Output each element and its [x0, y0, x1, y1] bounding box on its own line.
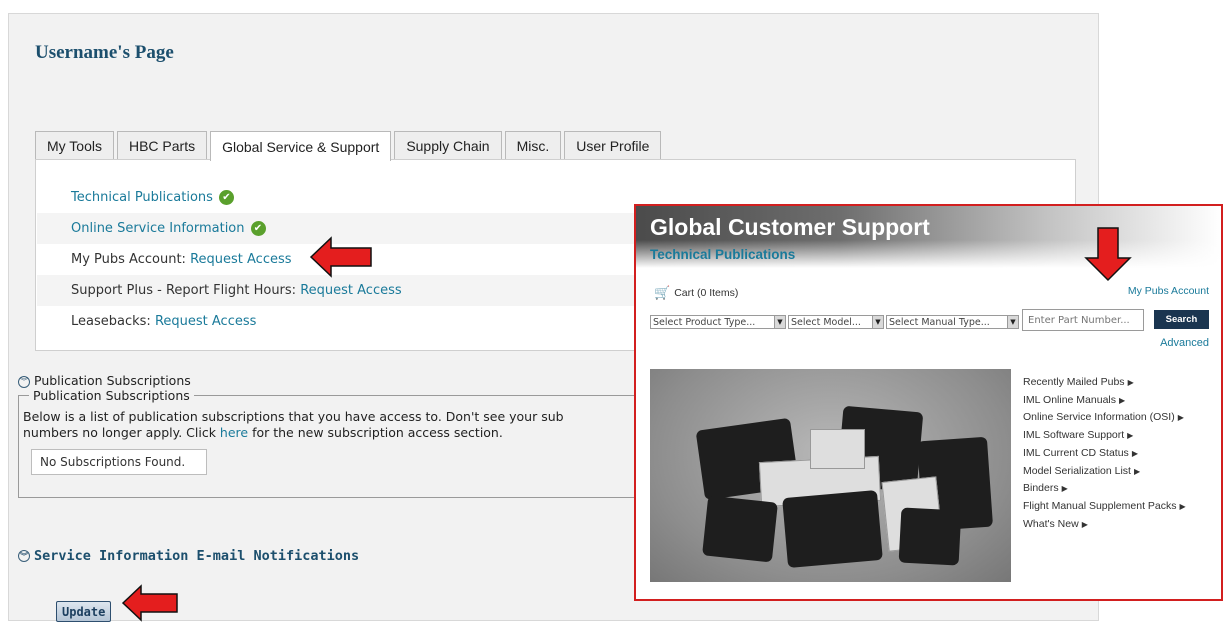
support-link[interactable]: IML Current CD Status ▶ [1023, 445, 1186, 463]
support-link[interactable]: Flight Manual Supplement Packs ▶ [1023, 498, 1186, 516]
expand-chevron-icon: ︾ [18, 375, 30, 388]
desc-line2-pre: numbers no longer apply. Click [23, 425, 220, 440]
arrow-right-icon: ▶ [1061, 484, 1068, 494]
arrow-right-icon: ▶ [1119, 395, 1126, 405]
support-link-label: Binders [1023, 482, 1059, 495]
check-circle-icon: ✔ [250, 221, 266, 236]
tab-user-profile[interactable]: User Profile [564, 131, 662, 159]
email-notifications-header: Service Information E-mail Notifications [34, 548, 360, 564]
support-link[interactable]: IML Online Manuals ▶ [1023, 392, 1186, 410]
expand-chevron-icon: ︾ [18, 550, 30, 562]
update-button[interactable]: Update [56, 601, 112, 622]
manual-type-select-value: Select Manual Type... [889, 316, 990, 328]
support-link-label: Online Service Information (OSI) [1023, 411, 1175, 424]
cart-link[interactable]: 🛒 Cart (0 Items) [654, 285, 738, 301]
callout-arrow-icon [1084, 227, 1132, 282]
callout-arrow-icon [121, 584, 178, 622]
support-link[interactable]: What's New ▶ [1023, 516, 1186, 534]
support-link-label: What's New [1023, 517, 1079, 530]
global-customer-support-overlay: Global Customer Support Technical Public… [634, 204, 1223, 601]
arrow-right-icon: ▶ [1131, 448, 1138, 458]
my-pubs-account-label: My Pubs Account: [71, 252, 186, 267]
support-link[interactable]: IML Software Support ▶ [1023, 427, 1186, 445]
product-type-select-value: Select Product Type... [653, 316, 756, 328]
subscriptions-description-line1: Below is a list of publication subscript… [23, 409, 564, 424]
arrow-right-icon: ▶ [1177, 413, 1184, 423]
check-circle-icon: ✔ [218, 190, 234, 205]
publication-subscriptions-fieldset: Publication Subscriptions Below is a lis… [18, 388, 658, 498]
product-type-select[interactable]: Select Product Type... ▼ [650, 315, 786, 329]
publications-photo [650, 369, 1011, 582]
my-pubs-request-access-link[interactable]: Request Access [190, 252, 291, 267]
desc-line2-post: for the new subscription access section. [248, 425, 503, 440]
arrow-right-icon: ▶ [1081, 519, 1088, 529]
arrow-right-icon: ▶ [1127, 378, 1134, 387]
arrow-right-icon: ▶ [1179, 501, 1186, 511]
support-link-label: IML Online Manuals [1023, 393, 1116, 406]
tab-misc[interactable]: Misc. [504, 131, 562, 159]
support-link-label: Flight Manual Supplement Packs [1023, 499, 1177, 512]
tab-global-service-support[interactable]: Global Service & Support [210, 131, 392, 161]
manual-type-select[interactable]: Select Manual Type... ▼ [886, 315, 1019, 329]
support-plus-request-access-link[interactable]: Request Access [300, 283, 401, 298]
arrow-right-icon: ▶ [1133, 466, 1141, 476]
arrow-right-icon: ▶ [1127, 431, 1134, 441]
publication-subscriptions-toggle[interactable]: ︾ Publication Subscriptions [18, 373, 191, 388]
support-link-label: Recently Mailed Pubs [1023, 376, 1125, 388]
tab-bar: My Tools HBC Parts Global Service & Supp… [35, 131, 664, 161]
support-link[interactable]: Online Service Information (OSI) ▶ [1023, 409, 1186, 427]
advanced-search-link[interactable]: Advanced [1160, 337, 1209, 349]
support-link[interactable]: Model Serialization List ▶ [1023, 463, 1186, 481]
support-plus-label: Support Plus - Report Flight Hours: [71, 283, 297, 298]
tab-supply-chain[interactable]: Supply Chain [394, 131, 502, 159]
online-service-information-link[interactable]: Online Service Information [71, 221, 245, 236]
no-subscriptions-message: No Subscriptions Found. [31, 449, 207, 475]
support-link-label: IML Software Support [1023, 429, 1125, 442]
my-pubs-account-link[interactable]: My Pubs Account [1128, 285, 1209, 297]
email-notifications-toggle[interactable]: ︾ Service Information E-mail Notification… [18, 548, 359, 564]
dropdown-arrow-icon: ▼ [774, 316, 785, 328]
part-number-input[interactable] [1022, 309, 1144, 331]
publication-subscriptions-legend: Publication Subscriptions [29, 388, 194, 403]
leasebacks-label: Leasebacks: [71, 314, 151, 329]
page-title: Username's Page [35, 42, 174, 63]
subscriptions-description-line2: numbers no longer apply. Click here for … [23, 425, 657, 441]
model-select[interactable]: Select Model... ▼ [788, 315, 884, 329]
here-link[interactable]: here [220, 425, 248, 440]
cart-icon: 🛒 [654, 285, 671, 300]
overlay-title: Global Customer Support [650, 214, 930, 240]
model-select-value: Select Model... [791, 316, 861, 328]
support-link-label: IML Current CD Status [1023, 446, 1129, 459]
search-button[interactable]: Search [1154, 310, 1209, 329]
cart-label: Cart (0 Items) [674, 287, 739, 299]
support-link-label: Model Serialization List [1023, 464, 1131, 477]
dropdown-arrow-icon: ▼ [1007, 316, 1018, 328]
dropdown-arrow-icon: ▼ [872, 316, 883, 328]
subscriptions-description: Below is a list of publication subscript… [23, 409, 657, 441]
support-link[interactable]: Recently Mailed Pubs ▶ [1023, 374, 1186, 392]
overlay-subtitle: Technical Publications [650, 247, 796, 262]
tab-hbc-parts[interactable]: HBC Parts [116, 131, 208, 159]
support-links-list: Recently Mailed Pubs ▶ IML Online Manuals… [1023, 374, 1186, 533]
publication-subscriptions-header: Publication Subscriptions [34, 373, 191, 388]
technical-publications-link[interactable]: Technical Publications [71, 190, 213, 205]
leasebacks-request-access-link[interactable]: Request Access [155, 314, 256, 329]
support-link[interactable]: Binders ▶ [1023, 480, 1186, 498]
callout-arrow-icon [309, 236, 372, 278]
tab-my-tools[interactable]: My Tools [35, 131, 114, 159]
